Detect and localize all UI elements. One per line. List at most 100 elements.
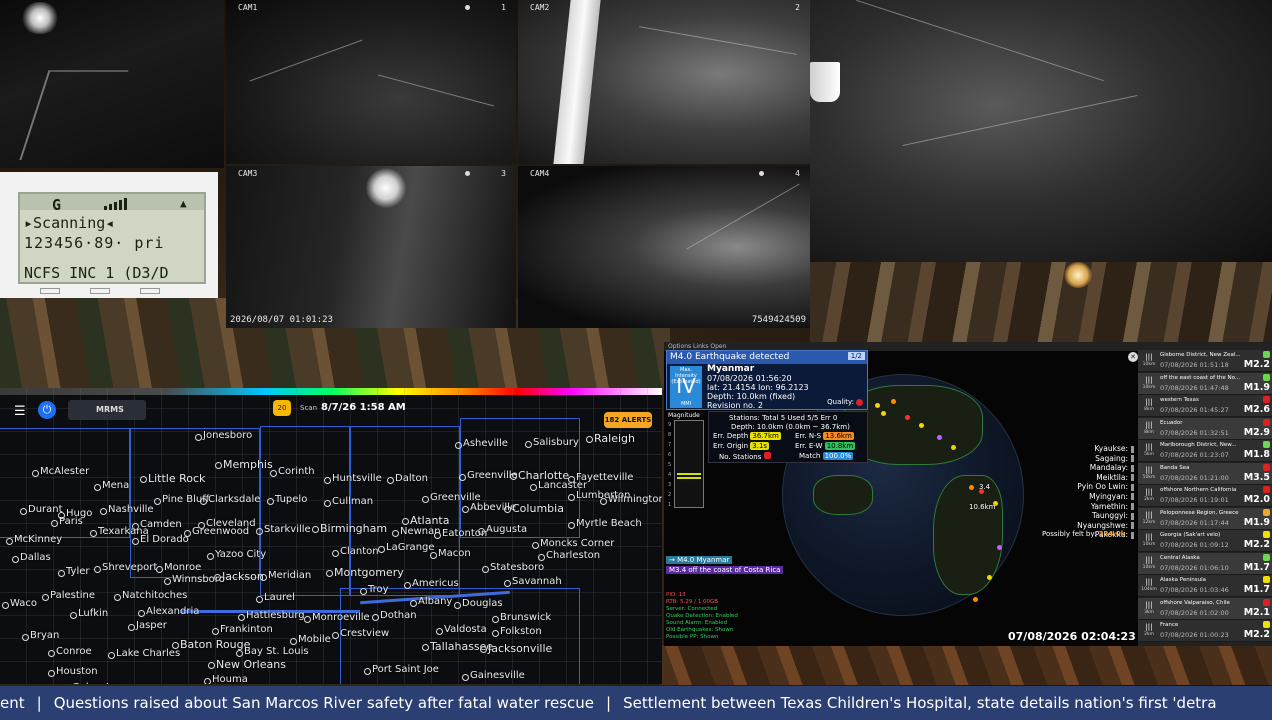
city-label: Cullman: [332, 496, 374, 507]
quake-magnitude: M2.2: [1243, 359, 1270, 370]
city-marker: [140, 476, 147, 483]
quake-list-item[interactable]: ||| 50km Banda Sea 07/08/2026 01:21:00 M3.5: [1138, 462, 1272, 485]
quake-list-item[interactable]: ||| 3km offshore Valparaiso, Chile 07/08/20…: [1138, 597, 1272, 620]
quake-magnitude: M1.8: [1243, 449, 1270, 460]
quake-depth: 10km: [1142, 542, 1156, 547]
alert-counter[interactable]: 1/2: [847, 352, 865, 360]
err-origin-row: Err. Origin 3.1s: [713, 442, 770, 450]
porch-light: [20, 2, 60, 34]
city-marker: [326, 570, 333, 577]
city-marker: [195, 434, 202, 441]
city-marker: [20, 508, 27, 515]
hamburger-menu-icon[interactable]: ☰: [14, 404, 26, 419]
quake-list-item[interactable]: ||| 104km Alaska Peninsula 07/08/2026 01:03…: [1138, 575, 1272, 597]
quake-depth: 10km: [1142, 564, 1156, 570]
alerts-badge[interactable]: 182 ALERTS: [604, 412, 652, 428]
magnitude-scale: 987654321: [668, 422, 672, 508]
quake-time: 07/08/2026 01:47:48: [1160, 383, 1229, 392]
quake-marker[interactable]: [919, 423, 924, 428]
log-line: Quake Detection: Enabled: [666, 613, 738, 619]
quake-list-item[interactable]: ||| 2km France 07/08/2026 01:00:23 M2.2: [1138, 620, 1272, 642]
quake-marker[interactable]: [997, 545, 1002, 550]
city-label: Jasper: [136, 620, 167, 631]
city-marker: [184, 530, 191, 537]
quake-region: Alaska Peninsula: [1160, 577, 1206, 583]
quake-alert-box[interactable]: M4.0 Earthquake detected 1/2 Max. Intens…: [666, 350, 868, 410]
city-marker: [70, 612, 77, 619]
camera-status-dot: [465, 171, 470, 176]
city-marker: [156, 566, 163, 573]
tree-branch: [856, 0, 1104, 82]
quake-list-item[interactable]: ||| 2km offshore Northern California 07/08/…: [1138, 485, 1272, 507]
scanner-status: ▸Scanning◂: [24, 214, 115, 232]
city-label: Tupelo: [275, 494, 308, 505]
weather-radar-map[interactable]: ☰ ⏻ MRMS 20 Scan 8/7/26 1:58 AM 182 ALERT…: [0, 388, 662, 684]
camera-feed-2[interactable]: CAM2 2: [518, 0, 810, 164]
city-marker: [164, 578, 171, 585]
city-label: Little Rock: [148, 472, 206, 485]
battery-icon: ▲: [180, 197, 187, 210]
feed-current[interactable]: → M4.0 Myanmar: [666, 556, 733, 564]
depth-indicator: ||| 10km: [1140, 555, 1158, 573]
quake-marker[interactable]: [969, 485, 974, 490]
city-label: Valdosta: [444, 624, 487, 635]
city-marker: [538, 554, 545, 561]
city-marker: [207, 553, 214, 560]
city-marker: [436, 628, 443, 635]
camera-device-id: 7549424509: [751, 315, 806, 325]
land-pacific: [813, 475, 873, 515]
quake-marker[interactable]: [905, 415, 910, 420]
camera-feed-1[interactable]: CAM1 1: [226, 0, 516, 164]
ticker-separator: |: [36, 694, 42, 712]
bark-background: [660, 645, 1272, 685]
quake-magnitude: M3.5: [1243, 471, 1270, 483]
quake-list-item[interactable]: ||| 10km Central Alaska 07/08/2026 01:06:10…: [1138, 552, 1272, 575]
quake-revision: Revision no. 2: [707, 401, 763, 410]
recent-quakes-list[interactable]: ||| 10km Gisborne District, New Zeal... 07/…: [1138, 350, 1272, 646]
close-icon[interactable]: ✕: [1128, 352, 1138, 362]
quake-marker[interactable]: [891, 399, 896, 404]
quake-list-item[interactable]: ||| 8km Ecuador 07/08/2026 01:32:51 M2.9: [1138, 417, 1272, 440]
quake-list-item[interactable]: ||| 12km Peloponnese Region, Greece 07/08/2…: [1138, 507, 1272, 530]
quake-list-item[interactable]: ||| 10km Gisborne District, New Zeal... 07/…: [1138, 350, 1272, 372]
quake-marker[interactable]: [881, 411, 886, 416]
power-icon[interactable]: ⏻: [38, 401, 56, 419]
ticker-item: Questions raised about San Marcos River …: [53, 694, 595, 712]
quake-list-item[interactable]: ||| 10km off the east coast of the No... 07…: [1138, 372, 1272, 395]
quake-marker[interactable]: [951, 445, 956, 450]
quake-depth: 10km: [1142, 362, 1156, 367]
quake-list-item[interactable]: ||| 10km Georgia (Sak'art velo) 07/08/2026 …: [1138, 530, 1272, 552]
intensity-bar-icon: [1131, 531, 1134, 539]
quake-time: 07/08/2026 01:03:46: [1160, 586, 1229, 594]
magnitude-bar: [674, 420, 704, 508]
city-label: Douglas: [462, 598, 503, 609]
feed-previous[interactable]: M3.4 off the coast of Costa Rica: [666, 566, 784, 574]
city-label: Montgomery: [334, 566, 404, 579]
zoom-badge[interactable]: 20: [273, 400, 291, 416]
quake-list-item[interactable]: ||| 8km western Texas 07/08/2026 01:45:27 M2…: [1138, 395, 1272, 417]
city-label: Port Saint Joe: [372, 664, 439, 675]
city-marker: [267, 498, 274, 505]
city-label: Bay St. Louis: [244, 646, 309, 657]
city-label: Dalton: [395, 473, 428, 484]
quake-list-item[interactable]: ||| 5km Marlborough District, New... 07/08/…: [1138, 440, 1272, 462]
city-label: Eatonton: [442, 528, 488, 539]
intensity-bar-icon: [1131, 503, 1134, 511]
quake-marker[interactable]: [875, 403, 880, 408]
quake-feed: → M4.0 Myanmar M3.4 off the coast of Cos…: [666, 556, 784, 574]
city-label: Crestview: [340, 628, 390, 639]
city-label: Americus: [412, 578, 459, 589]
radar-product-selector[interactable]: MRMS: [68, 400, 146, 420]
city-marker: [324, 477, 331, 484]
quake-magnitude: M2.6: [1243, 404, 1270, 415]
quake-marker[interactable]: [973, 597, 978, 602]
depth-indicator: ||| 12km: [1140, 510, 1158, 528]
radio-scanner-display: G ▲ ▸Scanning◂ 123456·89· pri NCFS INC 1…: [0, 172, 218, 298]
city-marker: [48, 670, 55, 677]
city-label: Houma: [212, 674, 248, 684]
quake-marker[interactable]: [937, 435, 942, 440]
camera-feed-4[interactable]: CAM4 4 7549424509: [518, 166, 810, 328]
city-label: Winnsboro: [172, 574, 225, 585]
quake-marker[interactable]: [987, 575, 992, 580]
camera-feed-3[interactable]: CAM3 3 2026/08/07 01:01:23: [226, 166, 516, 328]
